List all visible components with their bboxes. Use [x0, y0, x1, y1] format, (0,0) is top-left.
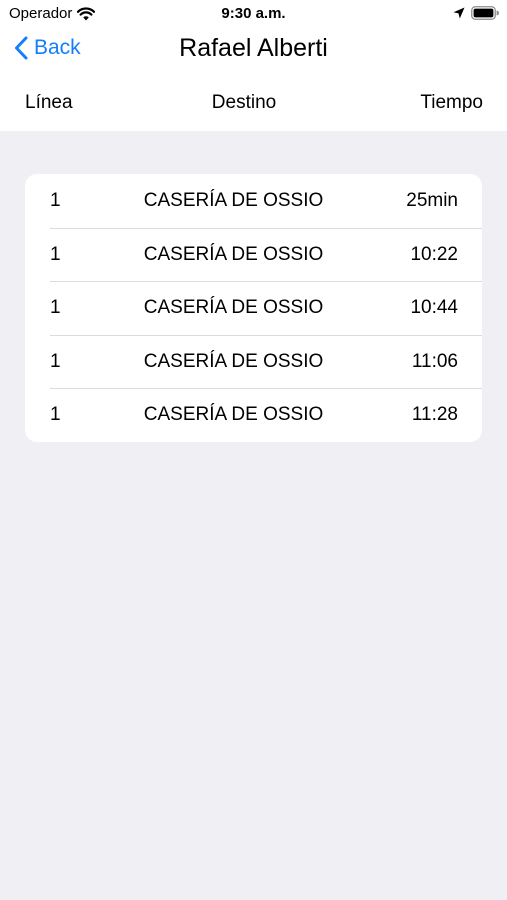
arrival-time: 10:44 — [410, 297, 458, 319]
destination-name: CASERÍA DE OSSIO — [143, 350, 324, 372]
status-right-group — [453, 6, 499, 20]
destination-name: CASERÍA DE OSSIO — [143, 190, 324, 211]
battery-icon — [471, 6, 499, 20]
status-time: 9:30 a.m. — [221, 5, 286, 22]
arrivals-table: 1 CASERÍA DE OSSIO 25min 1 CASERÍA DE OS… — [25, 174, 482, 442]
column-header-destination: Destino — [211, 92, 277, 113]
table-row[interactable]: 1 CASERÍA DE OSSIO 11:28 — [25, 388, 482, 442]
status-bar: Operador 9:30 a.m. — [0, 0, 507, 28]
destination-name: CASERÍA DE OSSIO — [143, 297, 324, 319]
navigation-bar: Back Rafael Alberti — [0, 30, 507, 76]
column-headers: Línea Destino Tiempo — [0, 90, 507, 120]
table-row[interactable]: 1 CASERÍA DE OSSIO 10:44 — [25, 281, 482, 335]
arrival-time: 10:22 — [410, 243, 458, 265]
arrival-time: 25min — [406, 190, 458, 211]
arrival-time: 11:06 — [411, 350, 458, 372]
table-row[interactable]: 1 CASERÍA DE OSSIO 11:06 — [25, 334, 482, 389]
header-area: Operador 9:30 a.m. Back Rafael Alberti L… — [0, 0, 507, 131]
column-header-time: Tiempo — [420, 92, 483, 113]
table-row[interactable]: 1 CASERÍA DE OSSIO 10:22 — [25, 227, 482, 282]
table-row[interactable]: 1 CASERÍA DE OSSIO 25min — [25, 174, 482, 228]
page-title: Rafael Alberti — [179, 34, 328, 62]
destination-name: CASERÍA DE OSSIO — [143, 404, 324, 426]
arrival-time: 11:28 — [411, 404, 458, 426]
location-arrow-icon — [453, 7, 465, 19]
destination-name: CASERÍA DE OSSIO — [143, 243, 324, 265]
